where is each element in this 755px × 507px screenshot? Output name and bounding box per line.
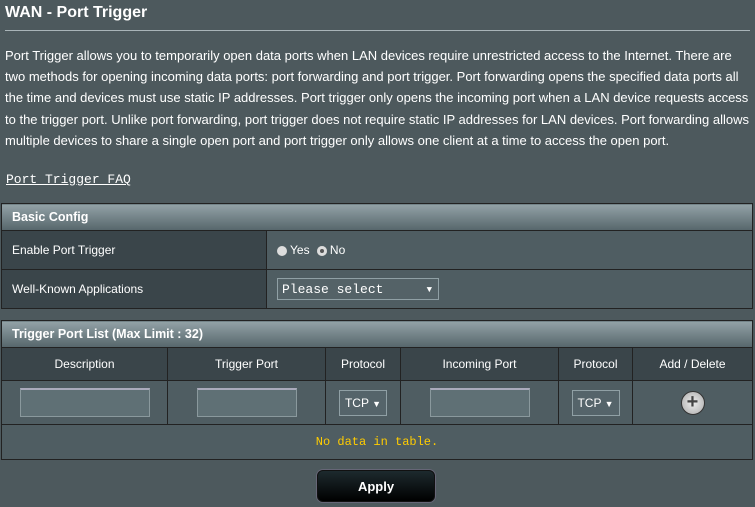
incoming-protocol-value: TCP: [577, 395, 602, 410]
description-input[interactable]: [19, 388, 150, 417]
add-icon[interactable]: +: [680, 390, 705, 415]
col-incoming-port: Incoming Port: [400, 347, 559, 381]
col-description: Description: [1, 347, 168, 381]
empty-message: No data in table.: [1, 424, 753, 460]
apps-select-value: Please select: [282, 282, 384, 297]
chevron-down-icon: ▼: [426, 285, 432, 295]
yes-label: Yes: [290, 243, 310, 257]
chevron-down-icon: ▼: [372, 398, 382, 409]
faq-link[interactable]: Port Trigger FAQ: [6, 172, 131, 187]
col-add-delete: Add / Delete: [632, 347, 753, 381]
trigger-protocol-value: TCP: [344, 395, 369, 410]
apply-button[interactable]: Apply: [317, 470, 435, 502]
trigger-port-input[interactable]: [196, 388, 297, 417]
incoming-port-input[interactable]: [429, 388, 530, 417]
col-protocol-2: Protocol: [558, 347, 633, 381]
trigger-list-table: Trigger Port List (Max Limit : 32) Descr…: [1, 320, 753, 460]
incoming-protocol-select[interactable]: TCP ▼: [571, 389, 620, 416]
yes-radio[interactable]: [277, 245, 287, 256]
no-label: No: [329, 243, 346, 257]
enable-label: Enable Port Trigger: [1, 230, 267, 270]
page-title: WAN - Port Trigger: [5, 4, 148, 21]
col-protocol: Protocol: [325, 347, 401, 381]
divider: [5, 30, 750, 31]
trigger-list-header: Trigger Port List (Max Limit : 32): [1, 320, 753, 348]
col-trigger-port: Trigger Port: [167, 347, 326, 381]
apps-select[interactable]: Please select ▼: [277, 278, 439, 300]
basic-config-table: Basic Config Enable Port Trigger Yes No …: [1, 203, 753, 309]
trigger-protocol-select[interactable]: TCP ▼: [339, 389, 387, 416]
chevron-down-icon: ▼: [604, 398, 614, 409]
apps-label: Well-Known Applications: [1, 269, 267, 309]
no-radio[interactable]: [316, 245, 327, 256]
description: Port Trigger allows you to temporarily o…: [5, 48, 750, 148]
basic-config-header: Basic Config: [1, 203, 753, 231]
